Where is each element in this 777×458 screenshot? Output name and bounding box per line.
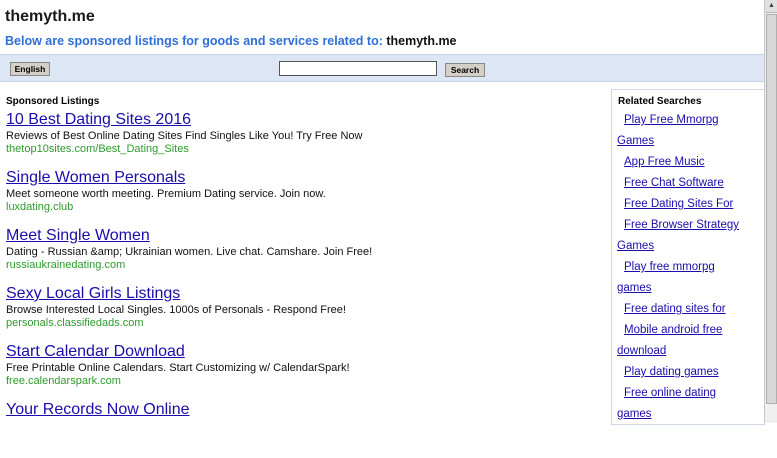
listing-title-link[interactable]: Start Calendar Download bbox=[6, 342, 596, 361]
listing-url: russiaukrainedating.com bbox=[6, 259, 126, 271]
listing-title-link[interactable]: Sexy Local Girls Listings bbox=[6, 284, 596, 303]
related-link[interactable]: Play dating games bbox=[612, 362, 764, 383]
scroll-up-arrow-icon[interactable]: ▲ bbox=[765, 0, 777, 13]
listing-item: 10 Best Dating Sites 2016 Reviews of Bes… bbox=[6, 110, 596, 168]
related-list: Play Free Mmorpg Games App Free Music Fre… bbox=[612, 110, 764, 425]
listing-description: Reviews of Best Online Dating Sites Find… bbox=[6, 130, 363, 142]
listing-title-link[interactable]: Single Women Personals bbox=[6, 168, 596, 187]
related-link[interactable]: Play Free Mmorpg Games bbox=[612, 110, 764, 152]
search-input[interactable] bbox=[279, 61, 437, 76]
listing-title-link[interactable]: Your Records Now Online bbox=[6, 400, 596, 419]
sponsored-listings: Sponsored Listings 10 Best Dating Sites … bbox=[6, 96, 596, 458]
related-link-line2: games bbox=[617, 408, 652, 420]
related-link[interactable]: Mobile android free download bbox=[612, 320, 764, 362]
related-searches-panel: Related Searches Play Free Mmorpg Games A… bbox=[611, 89, 765, 425]
subtitle-text: Below are sponsored listings for goods a… bbox=[5, 34, 383, 48]
sponsored-heading: Sponsored Listings bbox=[6, 96, 100, 107]
language-button[interactable]: English bbox=[10, 62, 50, 76]
listing-title-link[interactable]: Meet Single Women bbox=[6, 226, 596, 245]
related-link-line2: download bbox=[617, 345, 667, 357]
related-link-line1: Play Free Mmorpg bbox=[624, 114, 719, 126]
related-link-line1: Free online dating bbox=[624, 387, 717, 399]
related-link[interactable]: Play free mmorpg games bbox=[612, 257, 764, 299]
related-link-line2: Games bbox=[617, 135, 655, 147]
listing-url: free.calendarspark.com bbox=[6, 375, 121, 387]
listing-url: luxdating.club bbox=[6, 201, 74, 213]
related-link-line2: Games bbox=[617, 240, 655, 252]
listing-title-link[interactable]: 10 Best Dating Sites 2016 bbox=[6, 110, 596, 129]
related-link-line1: Free Browser Strategy bbox=[624, 219, 740, 231]
related-link[interactable]: Free Chat Software bbox=[612, 173, 764, 194]
related-heading: Related Searches bbox=[618, 96, 702, 107]
vertical-scrollbar[interactable]: ▲ bbox=[764, 0, 777, 423]
subtitle-domain: themyth.me bbox=[386, 34, 457, 48]
listing-item: Meet Single Women Dating - Russian &amp;… bbox=[6, 226, 596, 284]
related-link[interactable]: App Free Music bbox=[612, 152, 764, 173]
related-link-line1: Play free mmorpg bbox=[624, 261, 715, 273]
search-button[interactable]: Search bbox=[445, 63, 485, 77]
scroll-thumb[interactable] bbox=[766, 14, 777, 404]
subtitle: Below are sponsored listings for goods a… bbox=[5, 34, 457, 48]
listing-description: Dating - Russian &amp; Ukrainian women. … bbox=[6, 246, 373, 258]
domain-title: themyth.me bbox=[5, 8, 95, 25]
related-link[interactable]: Free dating sites for bbox=[612, 299, 764, 320]
page-header: themyth.me Below are sponsored listings … bbox=[0, 0, 764, 54]
listing-item: Single Women Personals Meet someone wort… bbox=[6, 168, 596, 226]
search-bar: English Search bbox=[0, 54, 764, 82]
related-link-line1: Mobile android free bbox=[624, 324, 723, 336]
listing-url: thetop10sites.com/Best_Dating_Sites bbox=[6, 143, 189, 155]
related-link[interactable]: Free online dating games bbox=[612, 383, 764, 425]
listing-item: Your Records Now Online bbox=[6, 400, 596, 458]
listing-description: Free Printable Online Calendars. Start C… bbox=[6, 362, 350, 374]
listing-description: Meet someone worth meeting. Premium Dati… bbox=[6, 188, 326, 200]
related-link[interactable]: Free Browser Strategy Games bbox=[612, 215, 764, 257]
listing-item: Sexy Local Girls Listings Browse Interes… bbox=[6, 284, 596, 342]
related-link-line2: games bbox=[617, 282, 652, 294]
listing-description: Browse Interested Local Singles. 1000s o… bbox=[6, 304, 346, 316]
related-link[interactable]: Free Dating Sites For bbox=[612, 194, 764, 215]
listing-url: personals.classifiedads.com bbox=[6, 317, 144, 329]
listing-item: Start Calendar Download Free Printable O… bbox=[6, 342, 596, 400]
